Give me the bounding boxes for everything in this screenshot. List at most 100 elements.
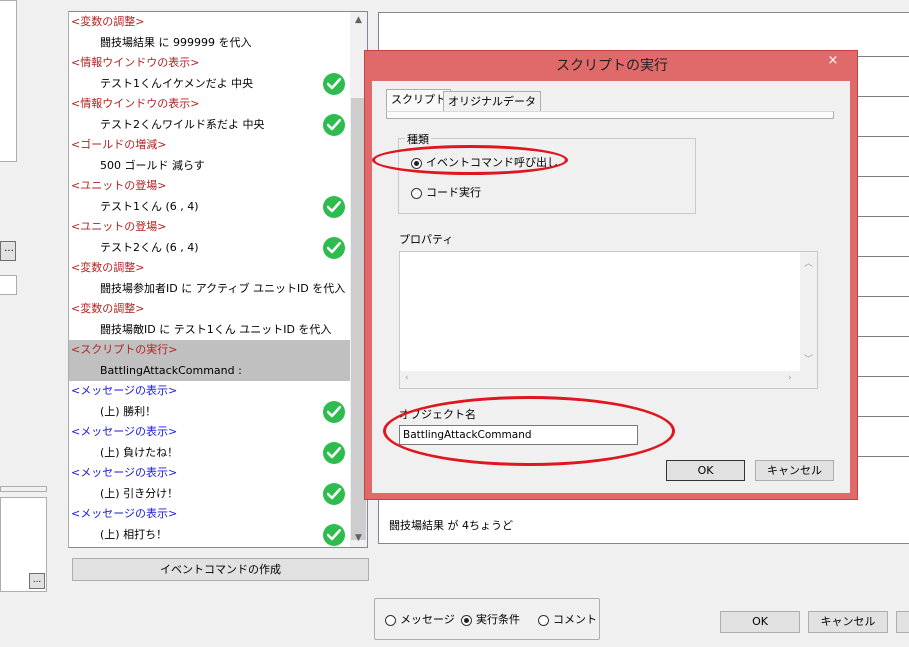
browse-button[interactable]: ... [0, 241, 16, 261]
property-vscroll[interactable]: ︿ ﹀ [800, 252, 817, 372]
event-command-text: <メッセージの表示> [71, 425, 178, 438]
radio-button-icon[interactable] [538, 614, 549, 626]
event-command-text: <変数の調整> [71, 15, 145, 28]
event-command-text: <メッセージの表示> [71, 466, 178, 479]
radio-message[interactable]: メッセージ [385, 611, 455, 627]
radio-button-icon[interactable] [411, 187, 422, 199]
event-command-detail[interactable]: (上) 相打ち！ [69, 523, 351, 546]
chevron-up-icon[interactable]: ︿ [804, 256, 813, 269]
event-command-text: <メッセージの表示> [71, 384, 178, 397]
event-command-header[interactable]: <ゴールドの増減> [69, 135, 351, 156]
chevron-down-icon[interactable]: ﹀ [804, 352, 813, 365]
chevron-right-icon[interactable]: › [788, 373, 792, 383]
event-command-header[interactable]: <変数の調整> [69, 299, 351, 320]
event-command-detail[interactable]: 闘技場結果 に 999999 を代入 [69, 33, 351, 54]
event-command-text: <ユニットの登場> [71, 220, 167, 233]
event-command-text: <スクリプトの実行> [71, 343, 178, 356]
radio-label: 実行条件 [476, 613, 520, 626]
create-event-command-button[interactable]: イベントコマンドの作成 [72, 558, 369, 581]
event-command-header[interactable]: <ユニットの登場> [69, 176, 351, 197]
event-command-detail[interactable]: 闘技場参加者ID に アクティブ ユニットID を代入 [69, 279, 351, 300]
radio-button-icon[interactable] [461, 614, 472, 626]
cancel-button[interactable]: キャンセル [808, 611, 888, 633]
event-command-detail[interactable]: テスト1くん (6 , 4) [69, 195, 351, 218]
left-panel-box [0, 0, 17, 162]
event-command-header[interactable]: <ユニットの登場> [69, 217, 351, 238]
event-command-detail[interactable]: (上) 負けたね！ [69, 441, 351, 464]
event-command-text: <情報ウインドウの表示> [71, 56, 200, 69]
extra-button[interactable] [896, 611, 909, 633]
radio-condition[interactable]: 実行条件 [461, 611, 520, 627]
event-command-text: 闘技場結果 に 999999 を代入 [100, 35, 252, 49]
object-name-label: オブジェクト名 [399, 408, 476, 421]
event-command-list[interactable]: <変数の調整> 闘技場結果 に 999999 を代入 <情報ウインドウの表示> テスト… [68, 11, 368, 548]
check-circle-icon [323, 400, 345, 423]
event-command-text: <ユニットの登場> [71, 179, 167, 192]
event-command-text: テスト2くん (6 , 4) [100, 240, 199, 254]
event-command-header[interactable]: <変数の調整> [69, 12, 351, 33]
event-command-detail[interactable]: テスト1くんイケメンだよ 中央 [69, 72, 351, 95]
event-command-text: 闘技場敵ID に テスト1くん ユニットID を代入 [100, 322, 332, 336]
event-command-text: <ゴールドの増減> [71, 138, 167, 151]
mode-radio-group: メッセージ 実行条件 コメント [374, 598, 600, 640]
check-circle-icon [323, 441, 345, 464]
property-label: プロパティ [399, 233, 454, 246]
scroll-down-arrow-icon[interactable]: ▼ [350, 530, 367, 547]
ok-button[interactable]: OK [720, 611, 800, 633]
object-name-input[interactable]: BattlingAttackCommand [399, 425, 638, 445]
radio-button-icon[interactable] [411, 157, 422, 169]
property-hscroll[interactable]: ‹ › [400, 371, 817, 388]
option-label: コード実行 [426, 186, 481, 199]
event-command-text: <変数の調整> [71, 261, 145, 274]
option-code-exec[interactable]: コード実行 [411, 184, 481, 200]
event-command-header[interactable]: <メッセージの表示> [69, 504, 351, 525]
event-command-header[interactable]: <変数の調整> [69, 258, 351, 279]
check-circle-icon [323, 482, 345, 505]
tab-original-data[interactable]: オリジナルデータ [443, 91, 541, 112]
check-circle-icon [323, 72, 345, 95]
tab-script[interactable]: スクリプト [386, 89, 451, 112]
tab-panel [386, 111, 834, 119]
event-command-text: 500 ゴールド 減らす [100, 158, 205, 172]
event-command-header[interactable]: <情報ウインドウの表示> [69, 94, 351, 115]
chevron-left-icon[interactable]: ‹ [405, 373, 409, 383]
event-command-text: テスト1くんイケメンだよ 中央 [100, 76, 254, 90]
event-command-text: テスト2くんワイルド系だよ 中央 [100, 117, 265, 131]
radio-label: コメント [553, 613, 597, 626]
event-command-detail[interactable]: テスト2くん (6 , 4) [69, 236, 351, 259]
left-field[interactable] [0, 275, 17, 295]
check-circle-icon [323, 195, 345, 218]
close-icon[interactable]: × [815, 52, 851, 72]
event-command-header[interactable]: <情報ウインドウの表示> [69, 53, 351, 74]
radio-comment[interactable]: コメント [538, 611, 597, 627]
condition-status-text: 闘技場結果 が 4ちょうど [389, 519, 513, 532]
event-command-detail[interactable]: (上) 勝利！ [69, 400, 351, 423]
event-command-text: BattlingAttackCommand : [100, 363, 242, 377]
dialog-ok-button[interactable]: OK [666, 460, 745, 481]
radio-label: メッセージ [400, 613, 455, 626]
event-command-header[interactable]: <メッセージの表示> [69, 422, 351, 443]
script-dialog: スクリプトの実行 × スクリプト オリジナルデータ 種類 イベントコマンド呼び出… [364, 50, 858, 500]
browse-button-2[interactable]: ... [29, 573, 45, 589]
property-textarea[interactable]: ︿ ﹀ ‹ › [399, 251, 818, 389]
dialog-cancel-button[interactable]: キャンセル [755, 460, 834, 481]
type-group: 種類 イベントコマンド呼び出し コード実行 [398, 131, 696, 214]
event-command-text: (上) 引き分け！ [100, 486, 179, 500]
event-command-detail[interactable]: 闘技場敵ID に テスト1くん ユニットID を代入 [69, 320, 351, 341]
event-command-header[interactable]: <メッセージの表示> [69, 463, 351, 484]
event-command-detail[interactable]: (上) 引き分け！ [69, 482, 351, 505]
event-command-detail[interactable]: 500 ゴールド 減らす [69, 156, 351, 177]
scroll-up-arrow-icon[interactable]: ▲ [350, 12, 367, 29]
event-command-text: (上) 相打ち！ [100, 527, 168, 541]
radio-button-icon[interactable] [385, 614, 396, 626]
event-command-header[interactable]: <スクリプトの実行> [69, 340, 351, 361]
event-command-detail[interactable]: テスト2くんワイルド系だよ 中央 [69, 113, 351, 136]
option-event-command[interactable]: イベントコマンド呼び出し [411, 154, 558, 170]
event-command-header[interactable]: <メッセージの表示> [69, 381, 351, 402]
event-command-text: (上) 負けたね！ [100, 445, 179, 459]
event-command-detail[interactable]: BattlingAttackCommand : [69, 360, 351, 381]
check-circle-icon [323, 113, 345, 136]
event-command-text: <変数の調整> [71, 302, 145, 315]
check-circle-icon [323, 236, 345, 259]
event-command-rows: <変数の調整> 闘技場結果 に 999999 を代入 <情報ウインドウの表示> テスト… [69, 12, 351, 546]
